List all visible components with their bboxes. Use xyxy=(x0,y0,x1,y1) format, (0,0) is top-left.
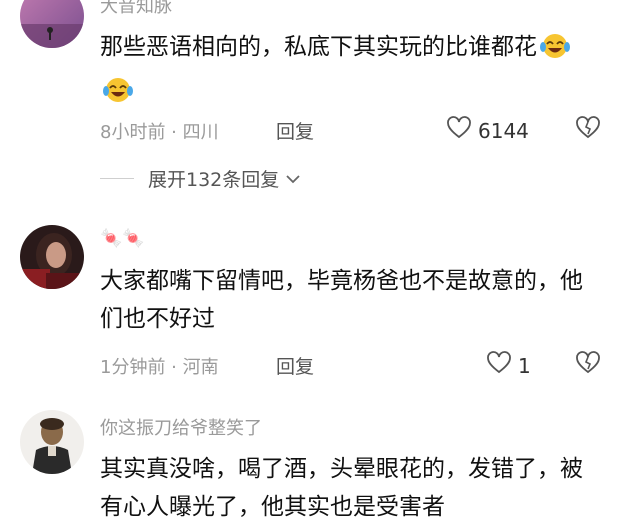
comment-meta: 1分钟前 · 河南 xyxy=(100,357,219,378)
expand-replies-button[interactable]: 展开132条回复 xyxy=(100,165,301,192)
comment-text: 那些恶语相向的，私底下其实玩的比谁都花 xyxy=(100,28,600,116)
dislike-button[interactable] xyxy=(574,351,602,379)
comment-text-body: 那些恶语相向的，私底下其实玩的比谁都花 xyxy=(100,34,537,60)
heart-icon xyxy=(446,116,472,145)
like-button[interactable]: 1 xyxy=(486,351,531,380)
reply-button[interactable]: 回复 xyxy=(276,352,314,379)
crying-laughing-emoji-icon xyxy=(102,76,134,116)
dislike-button[interactable] xyxy=(574,116,602,144)
avatar[interactable] xyxy=(20,410,84,474)
expand-replies-label: 展开132条回复 xyxy=(148,169,280,191)
chevron-down-icon xyxy=(285,168,301,190)
avatar[interactable] xyxy=(20,0,84,48)
like-count: 6144 xyxy=(478,118,529,143)
username[interactable]: 🍬🍬 xyxy=(100,228,145,249)
username[interactable]: 大音知脉 xyxy=(100,0,172,18)
avatar[interactable] xyxy=(20,225,84,289)
reply-button[interactable]: 回复 xyxy=(276,117,314,144)
username[interactable]: 你这振刀给爷整笑了 xyxy=(100,414,262,440)
like-count: 1 xyxy=(518,353,531,378)
comment-text: 大家都嘴下留情吧，毕竟杨爸也不是故意的，他们也不好过 xyxy=(100,268,583,332)
like-button[interactable]: 6144 xyxy=(446,116,529,145)
comment-meta: 8小时前 · 四川 xyxy=(100,122,219,143)
crying-laughing-emoji-icon xyxy=(539,32,571,72)
comment-text: 其实真没啥，喝了酒，头晕眼花的，发错了，被有心人曝光了，他其实也是受害者 xyxy=(100,456,583,520)
broken-heart-icon xyxy=(574,116,602,144)
broken-heart-icon xyxy=(574,351,602,379)
divider xyxy=(100,178,134,179)
heart-icon xyxy=(486,351,512,380)
